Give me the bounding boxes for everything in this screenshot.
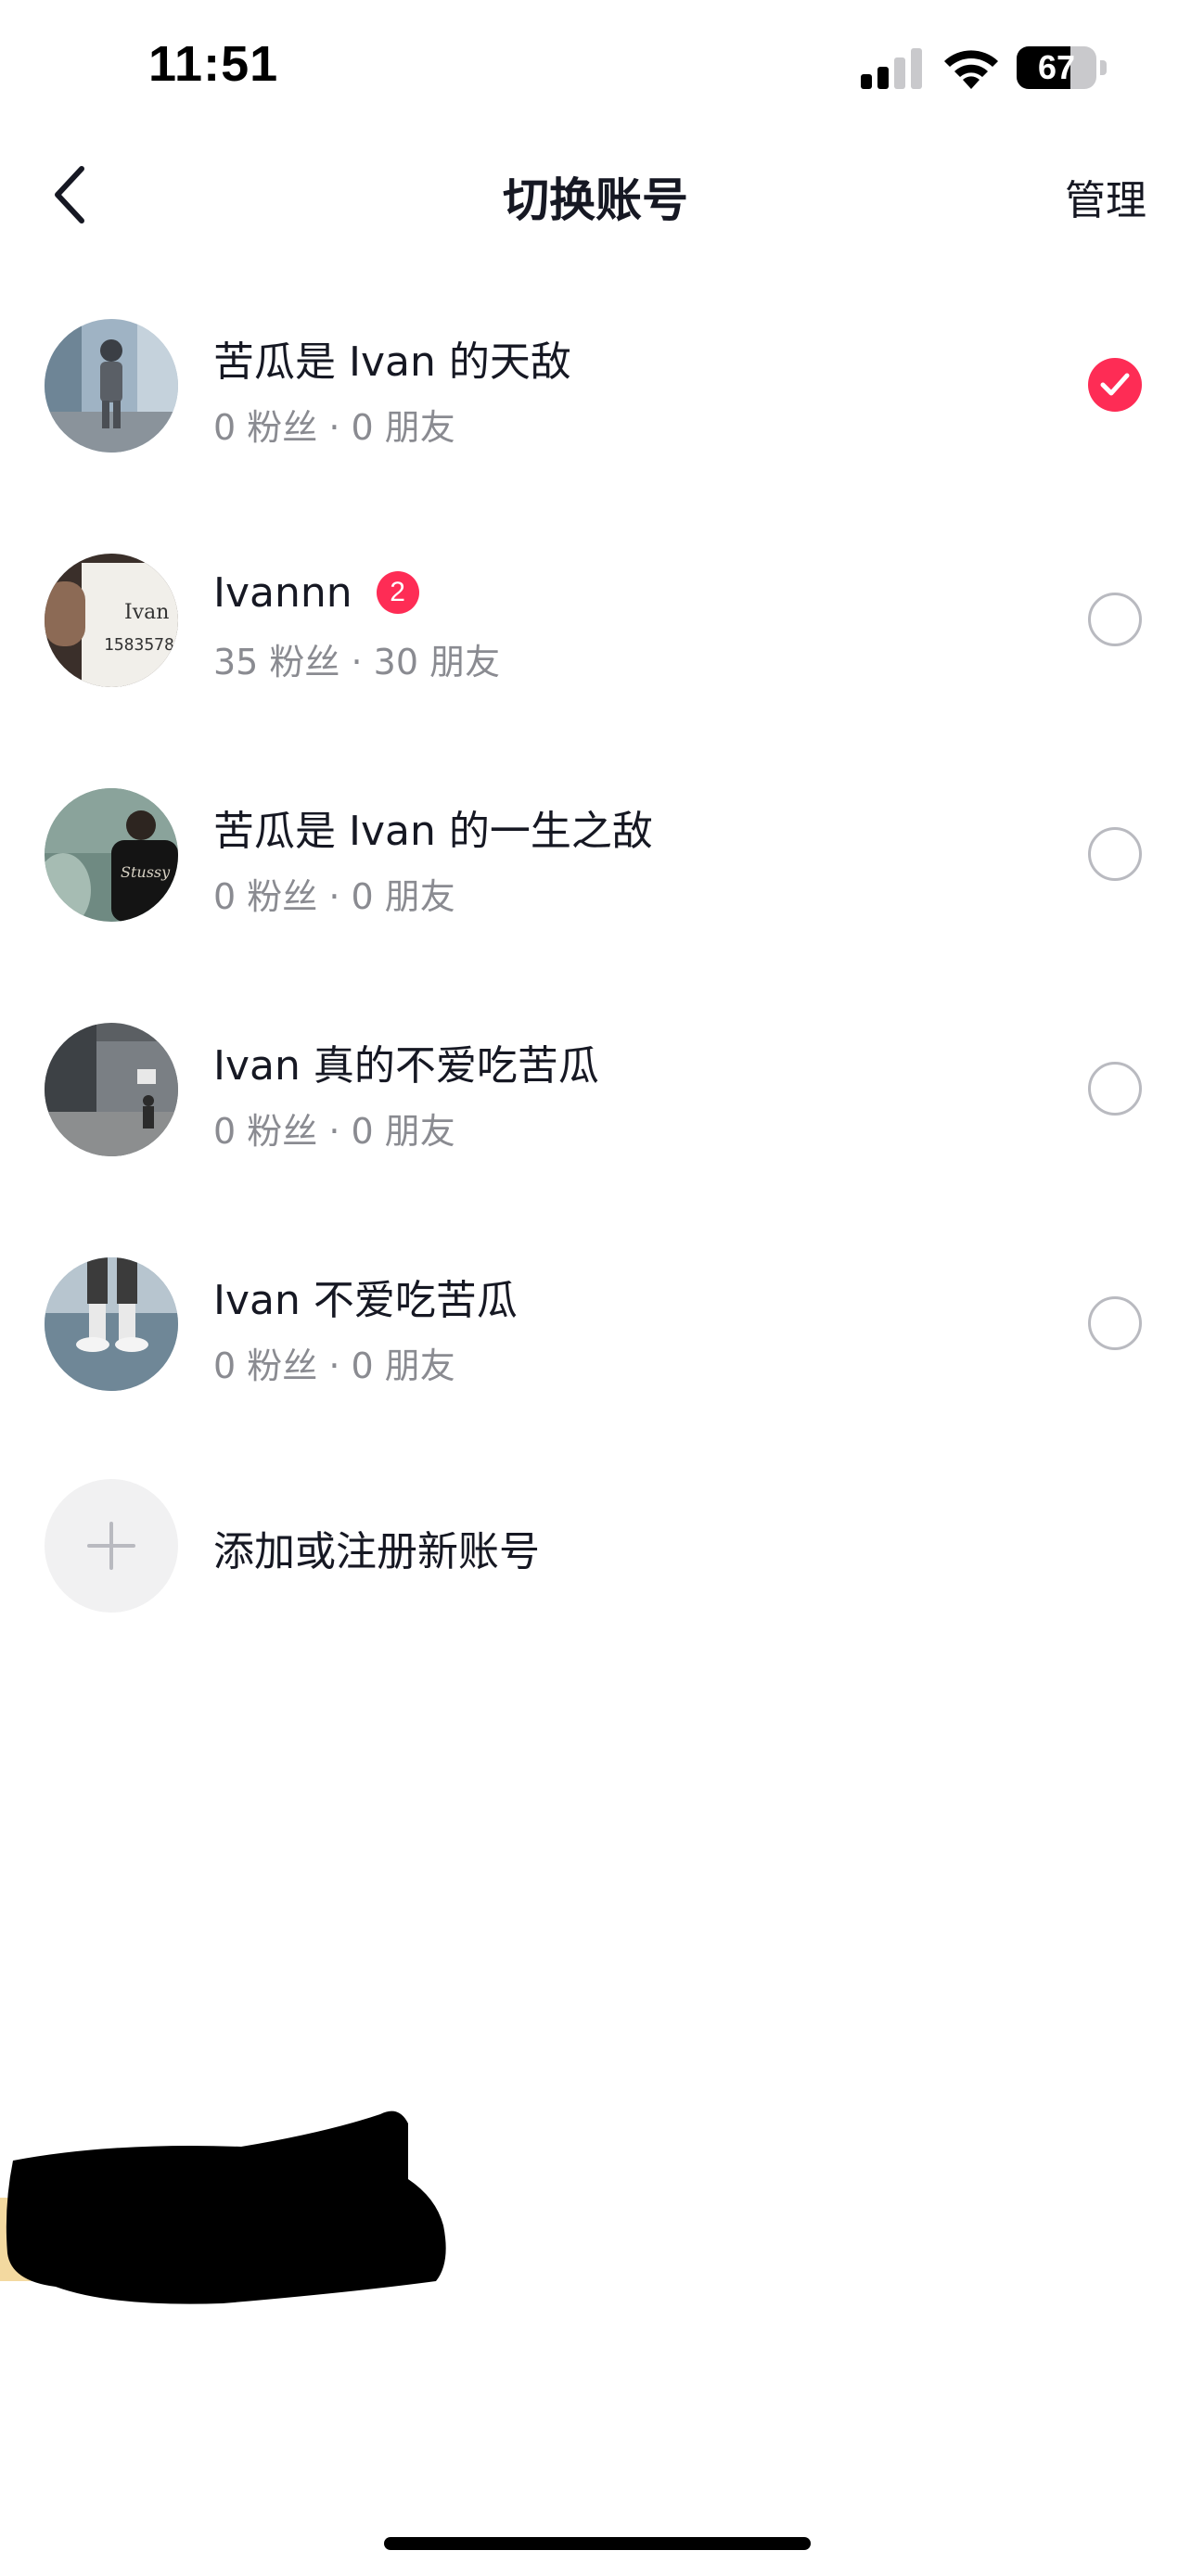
wifi-icon (944, 50, 998, 89)
redaction-mark (0, 2111, 446, 2304)
svg-text:Stussy: Stussy (121, 863, 171, 881)
battery-icon: 67 (1017, 46, 1109, 89)
svg-text:15835780: 15835780 (104, 635, 178, 655)
avatar: Stussy (45, 788, 178, 922)
notification-badge: 2 (376, 571, 419, 614)
account-stats: 0 粉丝 · 0 朋友 (213, 876, 455, 917)
account-radio-selected[interactable] (1088, 358, 1142, 412)
account-radio[interactable] (1088, 593, 1142, 646)
svg-text:Ivan: Ivan (124, 601, 169, 624)
account-name: Ivannn (213, 568, 352, 617)
account-radio[interactable] (1088, 827, 1142, 881)
avatar: Ivan 15835780 (45, 554, 178, 687)
account-stats: 0 粉丝 · 0 朋友 (213, 1345, 455, 1386)
status-bar: 11:51 67 (0, 0, 1191, 139)
add-account-row[interactable]: 添加或注册新账号 (0, 1479, 1191, 1664)
manage-button[interactable]: 管理 (1065, 167, 1146, 226)
account-row[interactable]: Ivan 15835780 Ivannn 2 35 粉丝 · 30 朋友 (0, 541, 1191, 775)
avatar (45, 1257, 178, 1391)
avatar (45, 1023, 178, 1156)
home-indicator[interactable] (384, 2537, 811, 2550)
account-list: 苦瓜是 Ivan 的天敌 0 粉丝 · 0 朋友 Ivan 15835780 I… (0, 306, 1191, 1664)
account-name: Ivan 真的不爱吃苦瓜 (213, 1042, 599, 1090)
page-title: 切换账号 (503, 173, 688, 227)
account-radio[interactable] (1088, 1296, 1142, 1350)
account-name: 苦瓜是 Ivan 的一生之敌 (213, 808, 653, 855)
avatar (45, 319, 178, 453)
account-row[interactable]: Stussy 苦瓜是 Ivan 的一生之敌 0 粉丝 · 0 朋友 (0, 775, 1191, 1010)
account-row[interactable]: Ivan 真的不爱吃苦瓜 0 粉丝 · 0 朋友 (0, 1010, 1191, 1244)
add-account-label: 添加或注册新账号 (213, 1528, 540, 1575)
nav-bar: 切换账号 管理 (0, 139, 1191, 250)
account-name: Ivan 不爱吃苦瓜 (213, 1277, 518, 1324)
battery-level: 67 (1037, 48, 1076, 86)
account-row[interactable]: 苦瓜是 Ivan 的天敌 0 粉丝 · 0 朋友 (0, 306, 1191, 541)
account-radio[interactable] (1088, 1062, 1142, 1116)
cellular-signal-icon (861, 48, 922, 89)
account-stats: 0 粉丝 · 0 朋友 (213, 407, 455, 448)
add-account-button[interactable] (45, 1479, 178, 1613)
account-row[interactable]: Ivan 不爱吃苦瓜 0 粉丝 · 0 朋友 (0, 1244, 1191, 1479)
status-time: 11:51 (148, 36, 279, 92)
account-name: 苦瓜是 Ivan 的天敌 (213, 338, 571, 386)
checkmark-icon (1100, 373, 1130, 396)
account-stats: 35 粉丝 · 30 朋友 (213, 642, 501, 682)
account-stats: 0 粉丝 · 0 朋友 (213, 1111, 455, 1152)
plus-icon (87, 1522, 135, 1570)
